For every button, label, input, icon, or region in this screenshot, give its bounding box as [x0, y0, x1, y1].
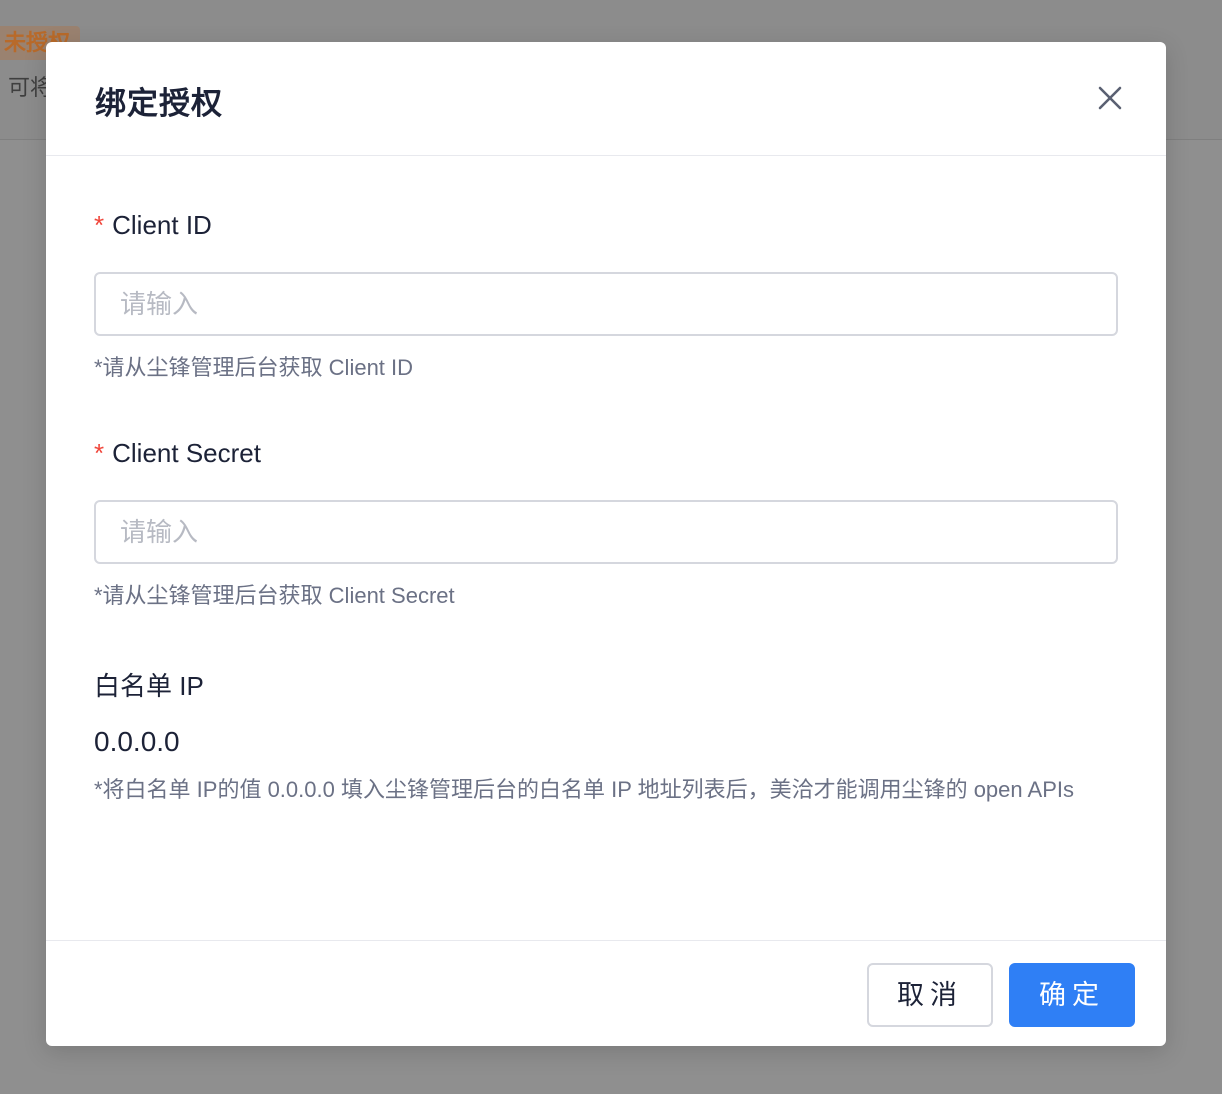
client-id-label: * Client ID [94, 210, 212, 241]
client-id-hint: *请从尘锋管理后台获取 Client ID [94, 355, 414, 380]
client-secret-hint: *请从尘锋管理后台获取 Client Secret [94, 583, 455, 608]
required-mark: * [94, 438, 105, 468]
cancel-button[interactable]: 取消 [867, 963, 993, 1027]
dialog-header: 绑定授权 [46, 42, 1166, 156]
close-icon [1098, 86, 1122, 110]
client-secret-label: * Client Secret [94, 438, 261, 469]
whitelist-ip-hint: *将白名单 IP的值 0.0.0.0 填入尘锋管理后台的白名单 IP 地址列表后… [94, 777, 1074, 802]
client-secret-label-text: Client Secret [112, 438, 261, 468]
client-id-label-text: Client ID [112, 210, 212, 240]
client-secret-input[interactable] [94, 500, 1118, 564]
whitelist-ip-label: 白名单 IP [94, 671, 204, 701]
required-mark: * [94, 210, 105, 240]
confirm-button[interactable]: 确定 [1009, 963, 1135, 1027]
bind-auth-dialog: 绑定授权 *Client ID *请从尘锋管理后台获取 Client ID *C… [46, 42, 1166, 1046]
dialog-title: 绑定授权 [95, 86, 223, 121]
dialog-footer: 取消 确定 [46, 940, 1166, 1046]
close-button[interactable] [1092, 80, 1128, 116]
client-id-input[interactable] [94, 272, 1118, 336]
whitelist-ip-value: 0.0.0.0 [94, 726, 180, 757]
